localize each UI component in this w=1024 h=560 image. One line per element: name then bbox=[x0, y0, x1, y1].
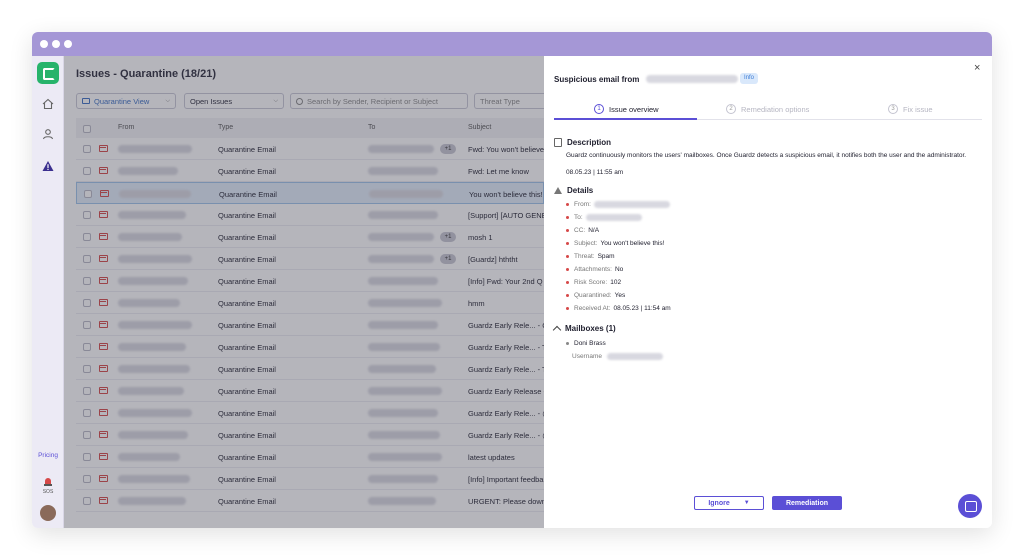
detail-value: You won't believe this! bbox=[600, 240, 665, 247]
description-date: 08.05.23 | 11:55 am bbox=[566, 169, 624, 176]
issues-list-view: Issues - Quarantine (18/21) Quarantine V… bbox=[64, 56, 544, 528]
ignore-label: Ignore bbox=[708, 499, 730, 507]
mailbox-name: Doni Brass bbox=[574, 340, 606, 347]
step-number: 1 bbox=[594, 104, 604, 114]
bullet-icon bbox=[566, 229, 569, 232]
step-fix-issue[interactable]: 3 Fix issue bbox=[888, 104, 933, 114]
warning-icon[interactable] bbox=[40, 158, 56, 174]
bullet-icon bbox=[566, 342, 569, 345]
window-dot-icon[interactable] bbox=[52, 40, 60, 48]
detail-value: N/A bbox=[588, 227, 600, 234]
detail-value: 08.05.23 | 11:54 am bbox=[613, 305, 671, 312]
detail-item: Risk Score: 102 bbox=[566, 279, 621, 286]
detail-key: Risk Score: bbox=[574, 279, 608, 286]
pricing-link[interactable]: Pricing bbox=[32, 452, 64, 459]
detail-item: CC: N/A bbox=[566, 227, 599, 234]
step-issue-overview[interactable]: 1 Issue overview bbox=[594, 104, 659, 114]
bullet-icon bbox=[566, 216, 569, 219]
detail-item: Received At: 08.05.23 | 11:54 am bbox=[566, 305, 671, 312]
detail-item: Attachments: No bbox=[566, 266, 623, 273]
step-label: Fix issue bbox=[903, 104, 933, 114]
step-number: 2 bbox=[726, 104, 736, 114]
chevron-up-icon[interactable] bbox=[552, 325, 562, 334]
detail-key: Quarantined: bbox=[574, 292, 612, 299]
redacted-value bbox=[585, 214, 642, 221]
mailbox-username: Username bbox=[572, 353, 663, 360]
step-label: Issue overview bbox=[609, 104, 659, 114]
detail-value: Yes bbox=[614, 292, 626, 299]
bullet-icon bbox=[566, 307, 569, 310]
stepper: 1 Issue overview 2 Remediation options 3… bbox=[554, 102, 982, 120]
guardz-logo-icon[interactable] bbox=[37, 62, 59, 84]
detail-value: Spam bbox=[597, 253, 615, 260]
panel-title: Suspicious email from bbox=[554, 74, 738, 84]
detail-key: Attachments: bbox=[574, 266, 612, 273]
bullet-icon bbox=[566, 294, 569, 297]
detail-item: Threat: Spam bbox=[566, 253, 615, 260]
description-heading-text: Description bbox=[567, 138, 612, 147]
caret-down-icon: ▼ bbox=[743, 500, 750, 506]
sos-icon[interactable] bbox=[40, 474, 56, 490]
redacted-sender bbox=[645, 75, 738, 83]
details-heading: Details bbox=[554, 186, 593, 195]
severity-badge: Info bbox=[740, 73, 758, 84]
detail-key: CC: bbox=[574, 227, 586, 234]
ignore-button[interactable]: Ignore ▼ bbox=[694, 496, 764, 510]
mailbox-item: Doni Brass bbox=[566, 340, 606, 347]
details-heading-text: Details bbox=[567, 186, 594, 195]
sos-label: SOS bbox=[42, 489, 54, 495]
detail-value: No bbox=[614, 266, 624, 273]
window-dot-icon[interactable] bbox=[40, 40, 48, 48]
detail-item: To: bbox=[566, 214, 642, 221]
warning-icon bbox=[554, 187, 562, 194]
app-window: Pricing SOS Issues - Quarantine (18/21) … bbox=[32, 32, 992, 528]
active-step-indicator bbox=[554, 118, 697, 120]
detail-key: Subject: bbox=[574, 240, 598, 247]
detail-key: Threat: bbox=[574, 253, 595, 260]
window-dot-icon[interactable] bbox=[64, 40, 72, 48]
step-remediation-options[interactable]: 2 Remediation options bbox=[726, 104, 809, 114]
redacted-value bbox=[593, 201, 670, 208]
detail-key: Received At: bbox=[574, 305, 611, 312]
issue-detail-panel: Suspicious email from Info × 1 Issue ove… bbox=[544, 56, 992, 528]
description-heading: Description bbox=[554, 138, 611, 147]
home-icon[interactable] bbox=[40, 96, 56, 112]
detail-key: From: bbox=[574, 201, 591, 208]
remediation-button[interactable]: Remediation bbox=[772, 496, 842, 510]
modal-overlay[interactable] bbox=[64, 56, 544, 528]
mailboxes-heading[interactable]: Mailboxes (1) bbox=[552, 324, 616, 334]
username-label: Username bbox=[572, 353, 602, 360]
panel-title-text: Suspicious email from bbox=[554, 75, 640, 84]
app-body: Pricing SOS Issues - Quarantine (18/21) … bbox=[32, 56, 992, 528]
detail-value: 102 bbox=[610, 279, 622, 286]
step-number: 3 bbox=[888, 104, 898, 114]
mailboxes-heading-text: Mailboxes (1) bbox=[565, 324, 616, 333]
document-icon bbox=[554, 138, 562, 147]
close-icon[interactable]: × bbox=[974, 62, 980, 74]
user-icon[interactable] bbox=[40, 126, 56, 142]
description-text: Guardz continuously monitors the users' … bbox=[566, 152, 967, 159]
detail-item: Subject: You won't believe this! bbox=[566, 240, 664, 247]
step-label: Remediation options bbox=[741, 104, 810, 114]
detail-item: From: bbox=[566, 201, 670, 208]
chat-support-icon[interactable] bbox=[958, 494, 982, 518]
title-bar bbox=[32, 32, 992, 56]
detail-key: To: bbox=[574, 214, 583, 221]
bullet-icon bbox=[566, 242, 569, 245]
detail-item: Quarantined: Yes bbox=[566, 292, 625, 299]
bullet-icon bbox=[566, 268, 569, 271]
redacted-username bbox=[606, 353, 663, 360]
sidebar: Pricing SOS bbox=[32, 56, 64, 528]
avatar[interactable] bbox=[40, 505, 56, 521]
bullet-icon bbox=[566, 203, 569, 206]
bullet-icon bbox=[566, 255, 569, 258]
bullet-icon bbox=[566, 281, 569, 284]
